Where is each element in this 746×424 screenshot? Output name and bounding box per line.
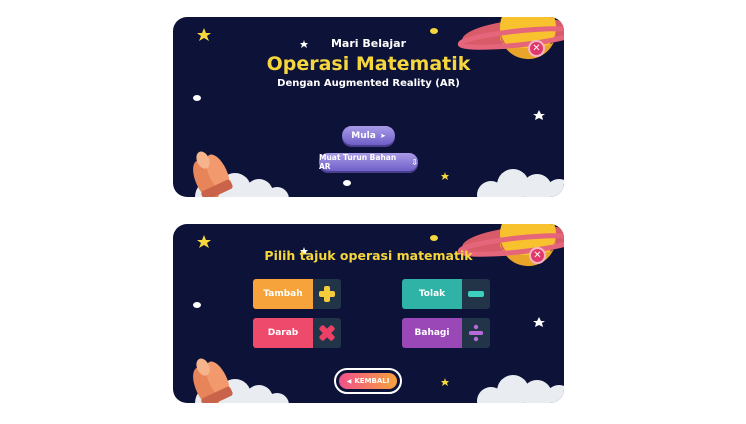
home-screen: ✕ Mari Belajar Operasi Matematik Dengan …	[173, 17, 564, 197]
star-icon	[533, 317, 545, 327]
topic-select-screen: ✕ Pilih tajuk operasi matematik Tambah T…	[173, 224, 564, 403]
back-button-label: KEMBALI	[354, 377, 390, 385]
divide-topic-button[interactable]: Bahagi	[402, 318, 490, 348]
back-button[interactable]: ◀ KEMBALI	[334, 368, 402, 394]
divide-icon	[462, 318, 490, 348]
back-arrow-icon: ◀	[346, 377, 352, 385]
download-ar-button[interactable]: Muat Turun Bahan AR ⇩	[319, 153, 418, 171]
star-icon	[441, 378, 449, 386]
add-topic-button[interactable]: Tambah	[253, 279, 341, 309]
back-button-pill: ◀ KEMBALI	[339, 373, 397, 389]
app-title: Operasi Matematik	[266, 53, 471, 75]
planet-dot	[193, 302, 201, 308]
start-button-label: Mula	[351, 130, 376, 141]
cloud	[477, 169, 564, 197]
app-subtitle: Dengan Augmented Reality (AR)	[277, 78, 460, 89]
screen-heading: Pilih tajuk operasi matematik	[264, 248, 473, 263]
planet-dot	[430, 235, 438, 241]
planet-dot	[430, 28, 438, 34]
star-icon	[197, 235, 211, 248]
planet-dot	[193, 95, 201, 101]
rocket-icon	[193, 358, 233, 403]
download-icon: ⇩	[411, 157, 418, 167]
download-button-label: Muat Turun Bahan AR	[319, 153, 397, 171]
plus-icon	[313, 279, 341, 309]
multiply-topic-label: Darab	[253, 318, 313, 348]
star-icon	[533, 110, 545, 120]
multiply-icon	[313, 318, 341, 348]
rocket-icon	[193, 151, 233, 197]
cloud	[477, 375, 564, 403]
start-button[interactable]: Mula ➤	[342, 126, 395, 145]
divide-topic-label: Bahagi	[402, 318, 462, 348]
multiply-topic-button[interactable]: Darab	[253, 318, 341, 348]
star-icon	[441, 172, 449, 180]
planet-dot	[343, 180, 351, 186]
play-icon: ➤	[379, 131, 386, 140]
minus-icon	[462, 279, 490, 309]
subtract-topic-button[interactable]: Tolak	[402, 279, 490, 309]
subtract-topic-label: Tolak	[402, 279, 462, 309]
pre-title: Mari Belajar	[330, 37, 407, 50]
add-topic-label: Tambah	[253, 279, 313, 309]
